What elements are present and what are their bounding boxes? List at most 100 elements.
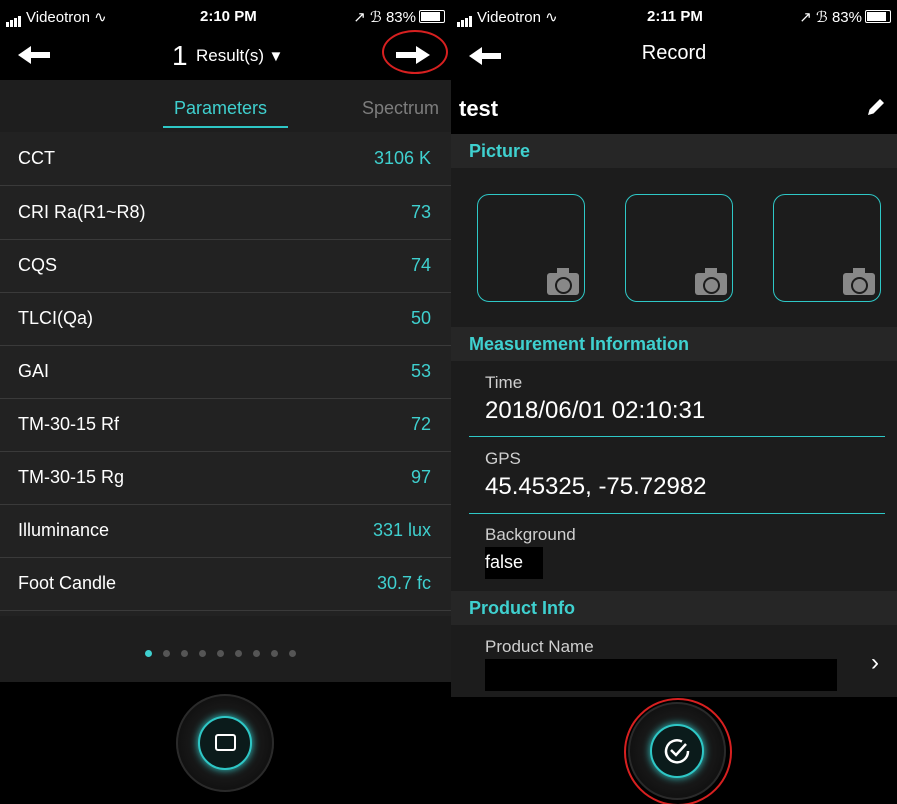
product-name-field[interactable] [485,659,837,691]
signal-icon [6,10,22,27]
location-icon: ↗ [799,9,812,26]
param-row-rg: TM-30-15 Rg 97 [0,451,451,505]
param-label: GAI [18,361,50,381]
section-product-title: Product Info [469,598,575,618]
tab-bar: Parameters Spectrum [0,80,451,132]
location-icon: ↗ [353,9,366,26]
capture-button[interactable] [176,694,274,792]
bluetooth-icon: ℬ [816,9,828,26]
parameter-list: CCT 3106 K CRI Ra(R1~R8) 73 CQS 74 TLCI(… [0,132,451,616]
picture-slot[interactable] [477,194,585,302]
status-right: ↗ ℬ 83% [353,8,445,26]
gps-value: 45.45325, -75.72982 [485,473,707,500]
divider [469,513,885,514]
page-dot[interactable] [163,650,170,657]
status-time: 2:11 PM [647,8,703,25]
param-label: TM-30-15 Rf [18,414,120,434]
measurement-panel: Time 2018/06/01 02:10:31 GPS 45.45325, -… [451,361,897,591]
background-field[interactable]: false [485,547,543,579]
page-dot[interactable] [235,650,242,657]
carrier: Videotron ∿ [6,8,107,27]
page-dot[interactable] [271,650,278,657]
time-label: Time [485,373,523,392]
chevron-right-icon[interactable]: › [871,649,879,677]
record-screen: Videotron ∿ 2:11 PM ↗ ℬ 83% Record test … [451,0,897,804]
edit-pencil-icon[interactable] [865,96,887,118]
section-product: Product Info [451,591,897,625]
page-dot[interactable] [289,650,296,657]
param-label: TM-30-15 Rg [18,467,125,487]
background-label: Background [485,525,576,544]
background-value: false [485,552,524,572]
carrier: Videotron ∿ [457,8,558,27]
section-measurement: Measurement Information [451,327,897,361]
measure-button-ring [198,716,252,770]
param-row-illuminance: Illuminance 331 lux [0,504,451,558]
page-dot[interactable] [181,650,188,657]
battery-percent: 83% [385,9,416,26]
tab-underline [163,126,288,128]
product-name-label: Product Name [485,637,594,656]
bottom-bar [451,697,897,804]
param-label: TLCI(Qa) [18,308,94,328]
param-label: CCT [18,148,55,168]
picture-slot[interactable] [773,194,881,302]
back-arrow-icon[interactable] [18,42,58,68]
status-time: 2:10 PM [200,8,257,25]
caret-down-icon: ▼ [268,48,284,65]
param-row-cct: CCT 3106 K [0,132,451,186]
param-value: 72 [410,414,431,434]
nav-bar: 1 Result(s) ▼ [0,30,451,80]
page-dot[interactable] [199,650,206,657]
page-indicator[interactable] [145,644,307,662]
result-count: 1 [172,40,188,71]
camera-icon [843,268,875,295]
param-row-rf: TM-30-15 Rf 72 [0,398,451,452]
highlight-circle [382,30,448,74]
camera-icon [547,268,579,295]
wifi-icon: ∿ [545,9,558,26]
param-row-cqs: CQS 74 [0,239,451,293]
battery-icon [419,10,445,23]
bluetooth-icon: ℬ [370,9,382,26]
battery-icon [865,10,891,23]
section-picture-title: Picture [469,141,531,161]
screen-icon [215,734,236,751]
carrier-name: Videotron [26,9,90,26]
param-value: 74 [410,255,431,275]
status-bar: Videotron ∿ 2:11 PM ↗ ℬ 83% [451,0,897,32]
bottom-bar [0,682,451,804]
result-selector[interactable]: 1 Result(s) ▼ [172,40,283,72]
param-value: 53 [410,361,431,381]
results-screen: Videotron ∿ 2:10 PM ↗ ℬ 83% 1 Result(s) … [0,0,451,804]
page-dot[interactable] [253,650,260,657]
param-row-cri: CRI Ra(R1~R8) 73 [0,186,451,240]
param-value: 30.7 fc [376,573,431,593]
section-picture: Picture [451,134,897,168]
carrier-name: Videotron [477,9,541,26]
param-value: 97 [410,467,431,487]
picture-panel [451,168,897,328]
product-panel[interactable]: Product Name › [451,625,897,697]
page-title: Record [641,42,707,64]
tab-spectrum[interactable]: Spectrum [362,98,439,119]
page-dot[interactable] [217,650,224,657]
status-right: ↗ ℬ 83% [799,8,891,26]
section-measurement-title: Measurement Information [469,334,690,354]
wifi-icon: ∿ [94,9,107,26]
divider [469,436,885,437]
result-label: Result(s) [196,46,265,65]
camera-icon [695,268,727,295]
battery-percent: 83% [831,9,862,26]
param-row-tlci: TLCI(Qa) 50 [0,292,451,346]
highlight-circle [624,698,732,804]
page-dot[interactable] [145,650,152,657]
param-label: Foot Candle [18,573,117,593]
param-row-gai: GAI 53 [0,345,451,399]
time-value: 2018/06/01 02:10:31 [485,397,706,424]
param-row-foot-candle: Foot Candle 30.7 fc [0,557,451,611]
gps-label: GPS [485,449,521,468]
tab-parameters[interactable]: Parameters [174,98,267,119]
picture-slot[interactable] [625,194,733,302]
param-value: 50 [410,308,431,328]
